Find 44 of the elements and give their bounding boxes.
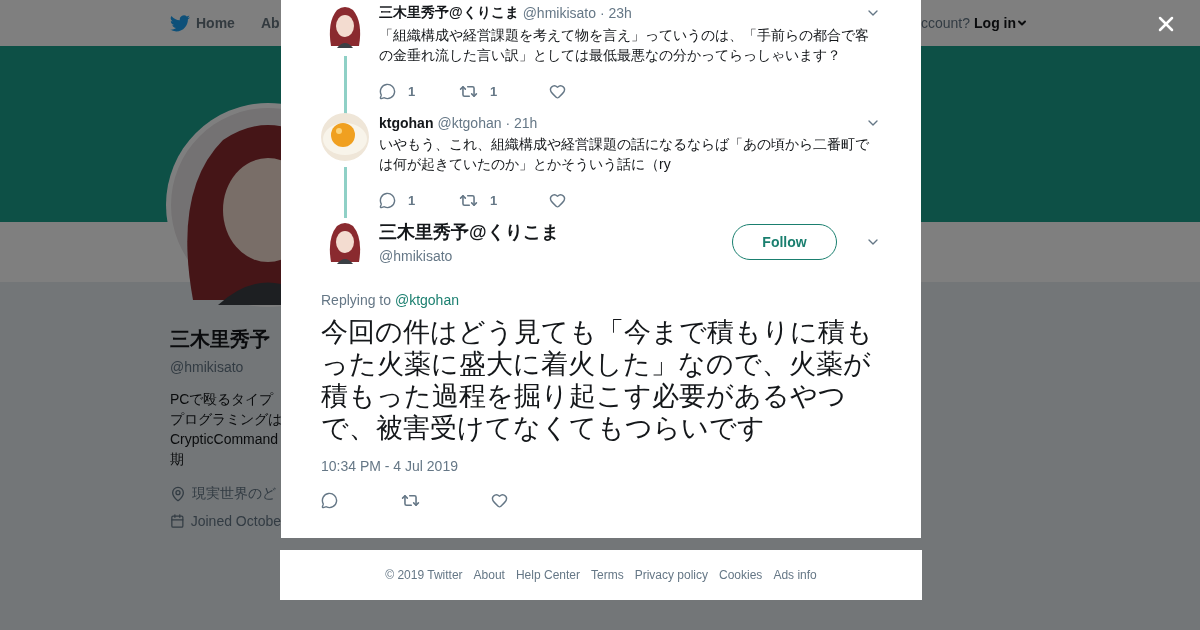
nav-link[interactable]: Ab [260,15,280,31]
retweet-count: 1 [490,83,498,99]
profile-joined: Joined Octobe [170,513,281,529]
footer-link[interactable]: © 2019 Twitter [385,568,463,582]
reply-count: 1 [408,83,416,99]
like-icon[interactable] [491,491,508,509]
tweet-text: 「組織構成や経営課題を考えて物を言え」っていうのは、「手前らの都合で客の金垂れ流した言い訳」としては最低最悪なの分かってらっしゃいます？ [379,26,870,65]
profile-bio: PCで殴るタイプ プログラミングは CrypticCommand 期 [170,390,281,469]
reply-icon[interactable] [379,191,396,209]
account-prompt: ccount? [921,15,971,31]
reply-count: 1 [408,192,416,208]
like-icon[interactable] [549,191,566,209]
author-name[interactable]: 三木里秀予@くりこま [379,4,519,22]
follow-button[interactable]: Follow [732,224,837,260]
author-handle: @hmikisato [379,248,454,264]
footer-link[interactable]: About [473,568,505,582]
like-icon[interactable] [549,82,566,100]
profile-handle: @hmikisato [170,359,245,375]
tweet-text: 今回の件はどう見ても「今まで積もりに積もった火薬に盛大に着火した」なので、火薬が積もった過程を掘り起こす必要があるやつで、被害受けてなくてもつらいです [321,316,874,444]
reply-icon[interactable] [379,82,396,100]
mention-link[interactable]: @ktgohan [394,292,459,308]
profile-location: 現実世界のど [170,485,281,503]
calendar-icon [170,513,185,529]
footer-link[interactable]: Ads info [773,568,817,582]
author-name[interactable]: ktgohan [379,115,434,131]
bird-icon [170,14,190,32]
replying-to: Replying to @ktgohan [321,292,460,308]
footer-link[interactable]: Help Center [515,568,580,582]
location-icon [170,486,186,502]
tweet-timestamp: 10:34 PM - 4 Jul 2019 [321,458,459,474]
author-name[interactable]: 三木里秀予@くりこま [379,220,559,244]
footer-link[interactable]: Cookies [719,568,763,582]
nav-link[interactable]: Home [170,14,235,32]
tweet-text: いやもう、これ、組織構成や経営課題の話になるならば「あの頃から二番町では何が起きていたのか」とかそういう話に（ry [379,135,870,174]
retweet-count: 1 [490,192,498,208]
tweet-time[interactable]: · 21h [505,115,538,131]
tweet-time[interactable]: · 23h [600,5,632,21]
profile-name: 三木里秀予 [170,327,271,352]
author-handle: @hmikisato [522,5,596,21]
login-link[interactable]: Log in [974,15,1029,31]
footer-link[interactable]: Terms [591,568,624,582]
footer-link[interactable]: Privacy policy [634,568,708,582]
author-handle: @ktgohan [437,115,502,131]
reply-icon[interactable] [321,491,338,509]
